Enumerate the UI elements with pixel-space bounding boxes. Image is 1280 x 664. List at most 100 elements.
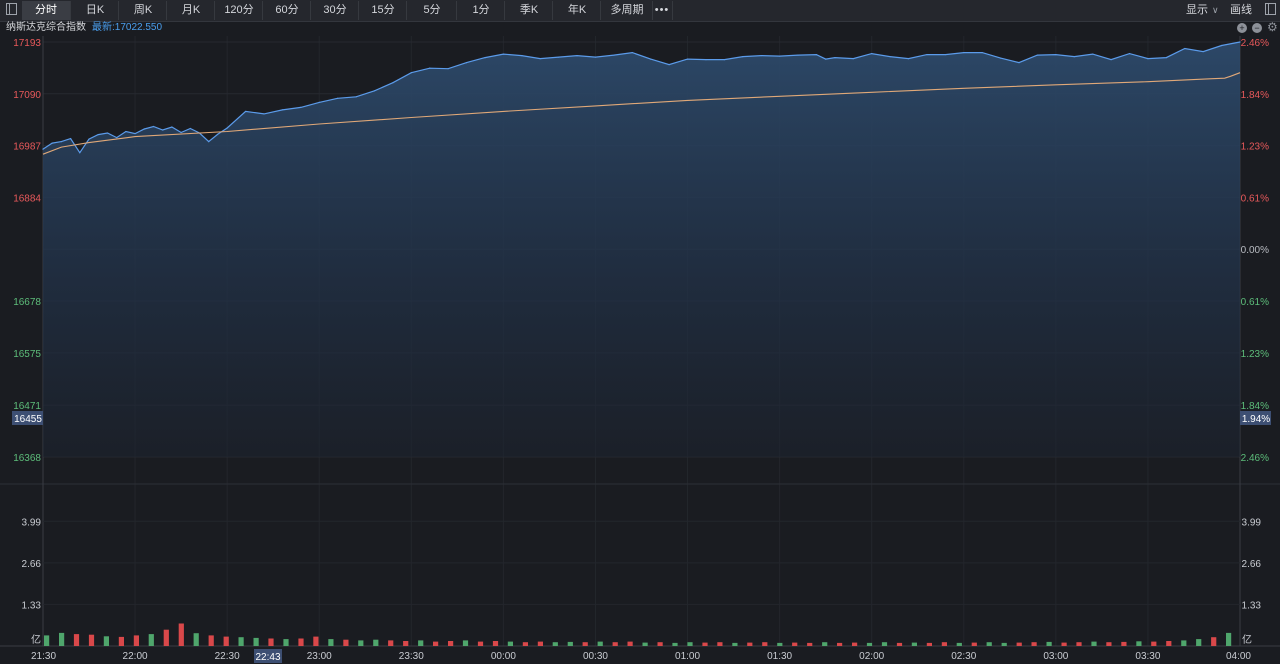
volume-bar <box>73 634 80 646</box>
volume-bar <box>103 636 109 646</box>
volume-bar <box>567 641 573 646</box>
price-point <box>981 51 983 54</box>
volume-bar <box>837 642 843 646</box>
volume-bar <box>462 640 469 646</box>
price-point <box>355 96 357 98</box>
volume-bar <box>1091 641 1097 646</box>
volume-bar <box>747 642 753 646</box>
volume-bar <box>777 642 783 646</box>
volume-bar <box>926 642 932 646</box>
volume-bar <box>732 642 738 646</box>
pct-tick-label: 2.46% <box>1241 38 1269 49</box>
volume-bar <box>672 642 678 646</box>
time-tick-label: 02:30 <box>951 651 976 662</box>
price-tick-label: 16987 <box>13 142 41 153</box>
price-point <box>134 132 136 135</box>
pct-tick-label: 0.61% <box>1241 193 1269 204</box>
volume-bar <box>822 642 828 646</box>
volume-bar <box>148 634 154 646</box>
vol-tick-label-right: 1.33 <box>1242 600 1262 611</box>
volume-bar <box>373 639 379 646</box>
price-point <box>502 53 504 55</box>
time-tick-label: 02:00 <box>859 651 884 662</box>
vol-unit-left: 亿 <box>31 633 41 646</box>
price-point <box>852 58 854 60</box>
intraday-chart[interactable]: 17193 2.46% 17090 1.84% 16987 1.23% 16884 0.61%… <box>0 0 1280 664</box>
price-point <box>1036 54 1039 56</box>
volume-bar <box>762 642 768 646</box>
price-point <box>779 55 781 57</box>
price-point <box>926 53 928 56</box>
price-point <box>60 141 63 143</box>
price-point <box>613 54 615 56</box>
volume-bar <box>1061 642 1067 646</box>
volume-bar <box>1016 642 1022 646</box>
price-point <box>70 137 72 140</box>
price-point <box>631 51 633 54</box>
time-tick-label: 22:00 <box>123 651 148 662</box>
volume-bar <box>178 623 184 646</box>
volume-bar <box>986 642 992 646</box>
time-tick-label: 01:30 <box>767 651 792 662</box>
price-tick-label: 17090 <box>13 90 41 101</box>
volume-bar <box>193 633 199 646</box>
price-point <box>337 97 339 99</box>
volume-bar <box>881 642 888 646</box>
volume-bar <box>1001 642 1007 646</box>
price-point <box>51 142 53 144</box>
volume-bar <box>433 641 439 646</box>
volume-bar <box>657 642 663 646</box>
price-point <box>760 54 762 57</box>
volume-bar <box>88 634 95 646</box>
volume-bar <box>492 641 499 646</box>
price-tick-label: 17193 <box>13 38 41 49</box>
volume-bar <box>358 640 364 646</box>
price-point <box>1018 62 1020 64</box>
price-point <box>825 58 827 60</box>
volume-bar <box>792 642 798 646</box>
time-tick-label: 00:00 <box>491 651 516 662</box>
price-point <box>429 67 431 69</box>
volume-bar <box>911 642 917 646</box>
price-point <box>1110 59 1112 61</box>
volume-bar <box>537 641 543 646</box>
price-point <box>1055 53 1057 56</box>
volume-bar <box>1181 640 1187 646</box>
price-point <box>1092 53 1094 55</box>
cursor-pct-label: 1.94% <box>1242 414 1270 425</box>
price-tick-label: 16575 <box>13 349 41 360</box>
price-point <box>318 101 320 103</box>
vol-tick-label-right: 2.66 <box>1242 559 1262 570</box>
price-point <box>576 54 578 57</box>
volume-bar <box>1076 642 1082 646</box>
volume-bar <box>118 636 124 646</box>
price-point <box>189 127 191 130</box>
volume-bar <box>313 636 319 646</box>
volume-bar <box>1226 632 1232 646</box>
volume-bar <box>956 642 962 646</box>
volume-bar <box>388 640 394 646</box>
price-point <box>171 126 173 128</box>
price-point <box>125 130 127 133</box>
volume-bar <box>1211 637 1217 646</box>
time-tick-label: 22:30 <box>215 651 240 662</box>
vol-tick-label-right: 3.99 <box>1242 517 1262 528</box>
pct-tick-label: 1.23% <box>1241 142 1269 153</box>
volume-bar <box>1166 641 1172 646</box>
price-point <box>281 109 283 111</box>
price-point <box>152 125 155 128</box>
price-point <box>1073 55 1075 58</box>
price-point <box>392 82 394 84</box>
price-point <box>907 58 910 60</box>
volume-bar <box>1046 641 1052 646</box>
volume-bar <box>597 641 603 646</box>
price-point <box>300 106 302 108</box>
volume-bar <box>896 642 903 646</box>
volume-bar <box>223 636 229 646</box>
price-point <box>484 56 486 59</box>
vol-unit-right: 亿 <box>1242 633 1252 646</box>
time-tick-label: 23:00 <box>307 651 332 662</box>
price-point <box>217 133 219 135</box>
volume-bar <box>343 639 349 646</box>
volume-bar <box>208 635 214 646</box>
